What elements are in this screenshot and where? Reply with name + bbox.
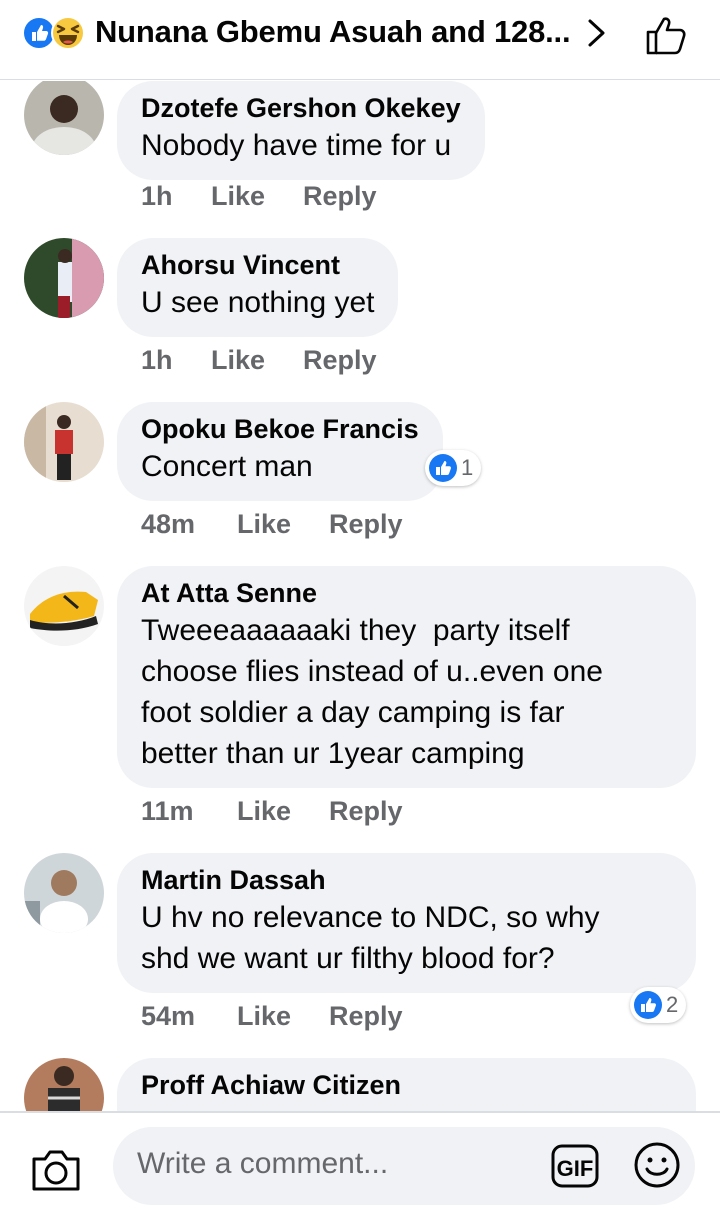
comment-author[interactable]: Martin Dassah xyxy=(141,863,672,897)
comment-time: 1h xyxy=(141,181,173,211)
avatar[interactable] xyxy=(24,238,104,318)
comment-author[interactable]: Dzotefe Gershon Okekey xyxy=(141,91,461,125)
comment-author[interactable]: At Atta Senne xyxy=(141,576,672,610)
avatar[interactable] xyxy=(24,853,104,933)
comment-bubble[interactable]: Ahorsu Vincent U see nothing yet xyxy=(117,238,399,337)
avatar[interactable] xyxy=(24,1058,104,1111)
comment-text: Concert man xyxy=(141,450,313,483)
avatar[interactable] xyxy=(24,81,104,155)
comment-input[interactable]: Write a comment... GIF xyxy=(113,1127,695,1205)
like-button[interactable]: Like xyxy=(237,509,291,540)
gif-label: GIF xyxy=(557,1156,594,1181)
comment-bubble[interactable]: At Atta Senne Tweeeaaaaaaki they party i… xyxy=(117,566,696,788)
comment-reaction-count[interactable]: 2 xyxy=(630,987,687,1023)
comment-reaction-count[interactable]: 1 xyxy=(425,450,482,486)
comment-time: 48m xyxy=(141,509,196,539)
like-button[interactable]: Like xyxy=(211,345,265,376)
reaction-summary[interactable] xyxy=(22,16,92,50)
comment-time: 11m xyxy=(141,796,194,826)
comment-author[interactable]: Proff Achiaw Citizen xyxy=(141,1068,672,1102)
reply-button[interactable]: Reply xyxy=(303,181,377,212)
comment-bubble[interactable]: Proff Achiaw Citizen xyxy=(117,1058,696,1111)
comment-author[interactable]: Opoku Bekoe Francis xyxy=(141,412,419,446)
haha-icon xyxy=(51,16,85,50)
comments-header: Nunana Gbemu Asuah and 128... xyxy=(0,0,720,80)
reply-button[interactable]: Reply xyxy=(329,796,403,827)
reaction-count: 2 xyxy=(666,992,679,1017)
like-outline-icon[interactable] xyxy=(644,14,690,56)
reply-button[interactable]: Reply xyxy=(303,345,377,376)
chevron-right-icon[interactable] xyxy=(584,18,610,48)
reactions-title[interactable]: Nunana Gbemu Asuah and 128... xyxy=(95,14,571,50)
like-button[interactable]: Like xyxy=(211,181,265,212)
comment-text: U hv no relevance to NDC, so why shd we … xyxy=(141,901,600,975)
comment-author[interactable]: Ahorsu Vincent xyxy=(141,248,374,282)
comment-bubble[interactable]: Opoku Bekoe Francis Concert man xyxy=(117,402,443,501)
comment-text: Tweeeaaaaaaki they party itself choose f… xyxy=(141,614,603,770)
avatar[interactable] xyxy=(24,566,104,646)
comment-text: Nobody have time for u xyxy=(141,129,452,162)
like-button[interactable]: Like xyxy=(237,1001,291,1032)
emoji-icon[interactable] xyxy=(633,1141,681,1189)
reply-button[interactable]: Reply xyxy=(329,509,403,540)
comment-bubble[interactable]: Dzotefe Gershon Okekey Nobody have time … xyxy=(117,81,485,180)
gif-icon[interactable]: GIF xyxy=(551,1143,599,1189)
camera-icon[interactable] xyxy=(30,1147,82,1193)
comment-composer: Write a comment... GIF xyxy=(0,1111,720,1217)
comment-list: Dzotefe Gershon Okekey Nobody have time … xyxy=(0,81,720,1111)
like-button[interactable]: Like xyxy=(237,796,291,827)
reaction-count: 1 xyxy=(461,455,474,480)
reply-button[interactable]: Reply xyxy=(329,1001,403,1032)
comment-time: 54m xyxy=(141,1001,196,1031)
comment-time: 1h xyxy=(141,345,173,375)
comment-input-placeholder: Write a comment... xyxy=(137,1147,389,1180)
like-icon xyxy=(429,454,457,482)
avatar[interactable] xyxy=(24,402,104,482)
comment-text: U see nothing yet xyxy=(141,286,375,319)
comment-bubble[interactable]: Martin Dassah U hv no relevance to NDC, … xyxy=(117,853,696,993)
like-icon xyxy=(634,991,662,1019)
